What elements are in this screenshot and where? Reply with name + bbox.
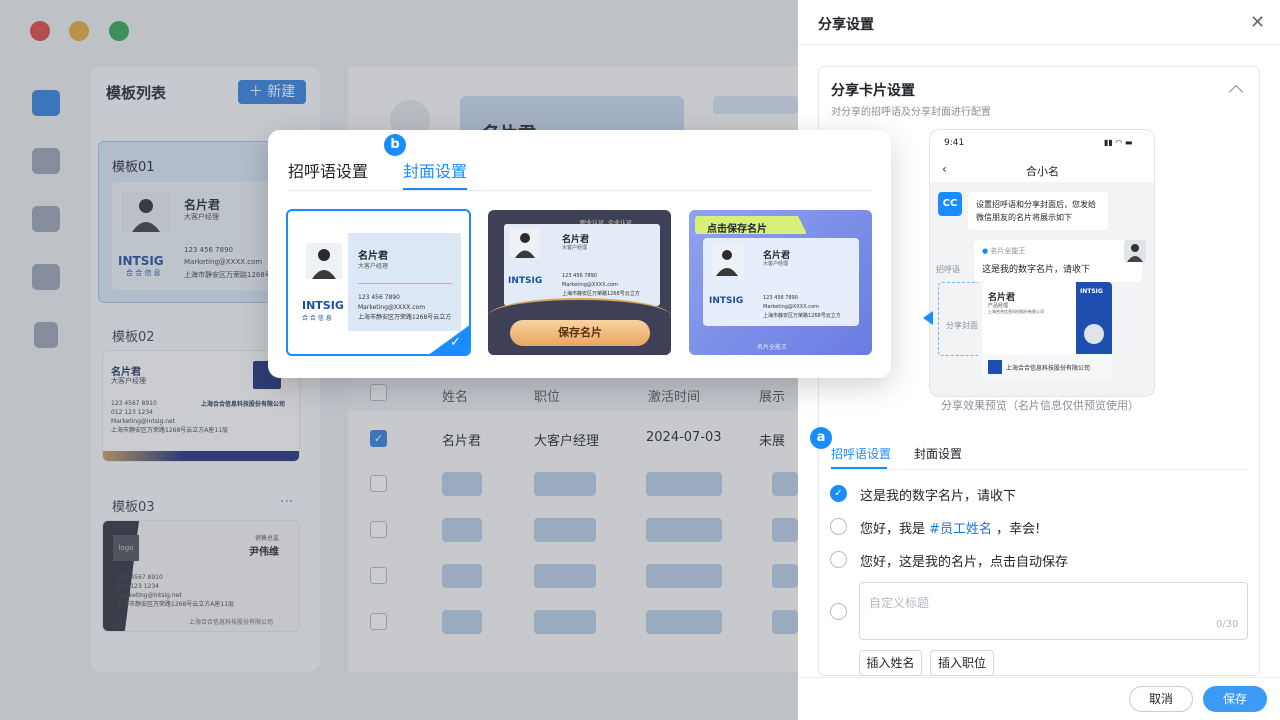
card-name: 名片君 (358, 251, 388, 262)
tab-divider (288, 190, 871, 191)
tab-cover-settings[interactable]: 封面设置 (914, 445, 962, 462)
brand-logo-text: INTSIG (709, 296, 744, 306)
preview-card-company: 上海合合信息科技股份有限公司 (988, 309, 1044, 314)
insert-name-button[interactable]: 插入姓名 (859, 650, 922, 676)
phone-preview: 9:41 ▮▮ ◠ ▬ ‹ 合小名 CC 设置招呼语和分享封面后，您发给微信朋友… (929, 129, 1155, 397)
cover-option-2[interactable]: 职业认证 企业认证 名片君 大客户经理 INTSIG 123 456 7890 … (488, 210, 671, 355)
greeting-bubble: ● 名片全能王 这是我的数字名片，请收下 (974, 240, 1142, 282)
brand-logo-text: INTSIG (508, 276, 543, 286)
brand-cn-text: 合 合 信 息 (302, 315, 332, 322)
callout-badge-a: a (810, 427, 832, 449)
drawer-title: 分享设置 (818, 17, 874, 33)
section-description: 对分享的招呼语及分享封面进行配置 (831, 107, 991, 118)
portrait-photo (711, 244, 743, 276)
tab-divider (831, 469, 1249, 470)
greeting-option-2-radio[interactable] (830, 518, 847, 535)
preview-footer-company: 上海合合信息科技股份有限公司 (1006, 365, 1091, 372)
user-avatar (1124, 240, 1146, 262)
close-icon[interactable]: ✕ (1250, 12, 1265, 33)
preview-card-brand: INTSIG (1080, 288, 1103, 295)
tab-cover-settings[interactable]: 封面设置 (403, 158, 467, 182)
brand-logo-text: INTSIG (302, 299, 344, 312)
phone-status-icons: ▮▮ ◠ ▬ (1104, 138, 1133, 147)
preview-card-photo (1084, 324, 1104, 344)
label-greeting: 招呼语 (936, 265, 960, 274)
portrait-photo (306, 243, 342, 279)
bot-avatar-icon: CC (938, 192, 962, 216)
tab-greeting-settings[interactable]: 招呼语设置 (288, 158, 368, 182)
cover-option-1[interactable]: INTSIG 合 合 信 息 名片君 大客户经理 123 456 7890 Ma… (286, 209, 471, 356)
check-icon: ✓ (450, 335, 461, 350)
employee-name-variable: #员工姓名 (929, 522, 993, 537)
tab-greeting-settings[interactable]: 招呼语设置 (831, 445, 891, 462)
custom-title-placeholder: 自定义标题 (869, 596, 930, 610)
cover-bracket (938, 282, 978, 356)
custom-title-input[interactable]: 自定义标题 0/30 (859, 582, 1248, 640)
save-button[interactable]: 保存 (1203, 686, 1267, 712)
callout-badge-b: b (384, 134, 406, 156)
preview-caption: 分享效果预览（名片信息仅供预览使用） (941, 399, 1139, 412)
pointer-triangle (923, 311, 933, 325)
label-share-cover: 分享封面 (946, 321, 978, 330)
greeting-option-1-radio[interactable]: ✓ (830, 485, 847, 502)
collapse-chevron-icon[interactable] (1228, 84, 1244, 100)
preview-footer-logo (988, 360, 1002, 374)
custom-title-counter: 0/30 (1216, 619, 1239, 630)
cover-settings-popup: 招呼语设置 封面设置 INTSIG 合 合 信 息 名片君 大客户经理 123 … (268, 130, 891, 378)
section-title: 分享卡片设置 (831, 83, 915, 99)
greeting-option-3[interactable]: 您好，这是我的名片，点击自动保存 (860, 551, 1068, 570)
greeting-option-1[interactable]: 这是我的数字名片，请收下 (860, 485, 1016, 504)
card-title: 大客户经理 (763, 261, 789, 267)
save-card-button: 保存名片 (510, 320, 650, 346)
card-title: 大客户经理 (358, 263, 389, 270)
insert-title-button[interactable]: 插入职位 (930, 650, 994, 676)
chat-title: 合小名 (1026, 165, 1059, 178)
cover-option-3[interactable]: 点击保存名片 名片君 大客户经理 INTSIG 123 456 7890 Mar… (689, 210, 872, 355)
cover-footer-brand: 名片全能王 (757, 344, 788, 351)
card-gold-line (358, 283, 452, 284)
back-arrow-icon: ‹ (942, 162, 947, 176)
card-contacts: 123 456 7890 Marketing@XXXX.com 上海市静安区万荣… (562, 273, 640, 297)
greeting-text: 这是我的数字名片，请收下 (982, 265, 1091, 275)
card-contacts: 123 456 7890 Marketing@XXXX.com 上海市静安区万荣… (763, 295, 841, 319)
greeting-option-3-radio[interactable] (830, 551, 847, 568)
card-title: 大客户经理 (562, 245, 588, 251)
header-divider (798, 44, 1280, 45)
greeting-sender: ● 名片全能王 (982, 247, 1026, 255)
cover-ribbon-text: 点击保存名片 (707, 224, 767, 235)
preview-card-sub: 产品经理 (988, 303, 1009, 309)
shared-card-preview: 名片君 产品经理 上海合合信息科技股份有限公司 INTSIG 上海合合信息科技股… (982, 282, 1112, 380)
portrait-photo (510, 228, 540, 258)
cancel-button[interactable]: 取消 (1129, 686, 1193, 712)
greeting-option-2[interactable]: 您好，我是 #员工姓名 ，幸会! (860, 518, 1040, 537)
custom-title-radio[interactable] (830, 603, 847, 620)
phone-time: 9:41 (944, 138, 965, 148)
bot-message: 设置招呼语和分享封面后，您发给微信朋友的名片将展示如下 (968, 192, 1108, 230)
card-contacts: 123 456 7890 Marketing@XXXX.com 上海市静安区万荣… (358, 294, 452, 321)
